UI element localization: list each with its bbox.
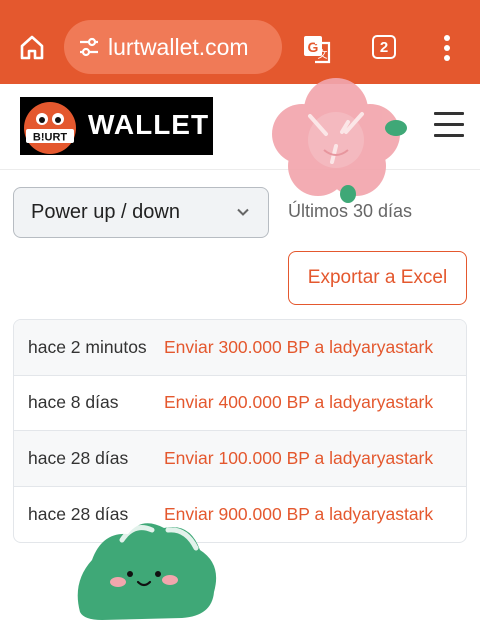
chevron-down-icon [237,208,249,216]
tx-time: hace 2 minutos [28,336,147,357]
tx-description-link[interactable]: Enviar 300.000 BP a ladyaryastark [164,337,433,358]
table-row: hace 8 días Enviar 400.000 BP a ladyarya… [14,376,466,431]
hamburger-menu-icon[interactable] [434,112,464,138]
operation-type-value: Power up / down [31,201,180,223]
svg-text:B!URT: B!URT [33,132,67,144]
pink-flower-sticker-icon [272,78,407,203]
site-settings-icon[interactable] [78,36,100,58]
blurt-mascot-icon: B!URT [24,102,76,154]
tx-time: hace 8 días [28,392,119,413]
overflow-menu-icon[interactable] [440,34,454,62]
transactions-table: hace 2 minutos Enviar 300.000 BP a ladya… [13,319,467,543]
tx-time: hace 28 días [28,447,129,468]
translate-icon[interactable]: G 文 [301,33,333,65]
home-icon[interactable] [18,33,46,61]
blurt-wallet-logo[interactable]: B!URT WALLET [20,97,213,155]
export-excel-button[interactable]: Exportar a Excel [288,251,467,305]
address-bar[interactable]: lurtwallet.com [64,20,282,74]
tab-switcher-button[interactable]: 2 [372,35,396,59]
table-row: hace 28 días Enviar 100.000 BP a ladyary… [14,431,466,487]
url-text: lurtwallet.com [108,33,249,60]
logo-text: WALLET [88,109,210,140]
svg-text:文: 文 [318,48,328,61]
tx-description-link[interactable]: Enviar 100.000 BP a ladyaryastark [164,448,433,469]
green-blob-sticker-icon [77,523,217,620]
tx-description-link[interactable]: Enviar 400.000 BP a ladyaryastark [164,392,433,413]
operation-type-select[interactable]: Power up / down [13,187,269,238]
table-row: hace 2 minutos Enviar 300.000 BP a ladya… [14,320,466,376]
